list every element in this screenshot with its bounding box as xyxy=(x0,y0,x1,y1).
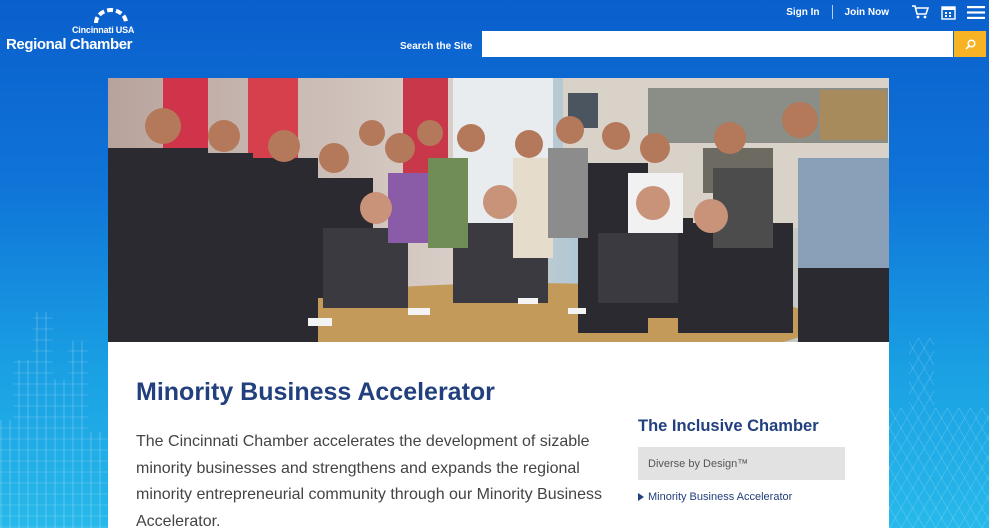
main-content: Minority Business Accelerator The Cincin… xyxy=(108,342,889,528)
group-photo-illustration xyxy=(108,78,889,342)
logo-arc-icon xyxy=(94,8,128,24)
page-title: Minority Business Accelerator xyxy=(136,378,495,406)
background-skyline xyxy=(0,312,110,528)
hero-photo xyxy=(108,78,889,342)
sidebar-item-label: Diverse by Design™ xyxy=(648,457,749,470)
search-input[interactable] xyxy=(482,31,953,57)
sign-in-link[interactable]: Sign In xyxy=(774,7,831,18)
top-nav: Sign In Join Now xyxy=(774,4,985,20)
sidebar-item-diverse-by-design[interactable]: Diverse by Design™ xyxy=(638,447,845,480)
active-indicator-icon xyxy=(638,492,644,501)
sidebar-title: The Inclusive Chamber xyxy=(638,417,819,435)
logo-title: Regional Chamber xyxy=(6,36,133,53)
background-bridge xyxy=(889,338,989,528)
search-button[interactable] xyxy=(954,31,986,57)
calendar-icon[interactable] xyxy=(939,4,957,20)
search-label: Search the Site xyxy=(400,41,473,52)
join-now-link[interactable]: Join Now xyxy=(833,7,901,18)
sidebar-menu: Diverse by Design™ Minority Business Acc… xyxy=(638,447,845,513)
logo-subtitle: Cincinnati USA xyxy=(72,25,135,35)
menu-icon[interactable] xyxy=(967,4,985,20)
search-icon xyxy=(964,38,976,50)
sidebar-item-minority-business-accelerator[interactable]: Minority Business Accelerator xyxy=(638,480,845,513)
lead-paragraph: The Cincinnati Chamber accelerates the d… xyxy=(136,433,602,528)
chamber-logo[interactable]: Cincinnati USA Regional Chamber xyxy=(6,6,136,56)
sidebar-item-label: Minority Business Accelerator xyxy=(648,490,793,503)
cart-icon[interactable] xyxy=(911,4,929,20)
